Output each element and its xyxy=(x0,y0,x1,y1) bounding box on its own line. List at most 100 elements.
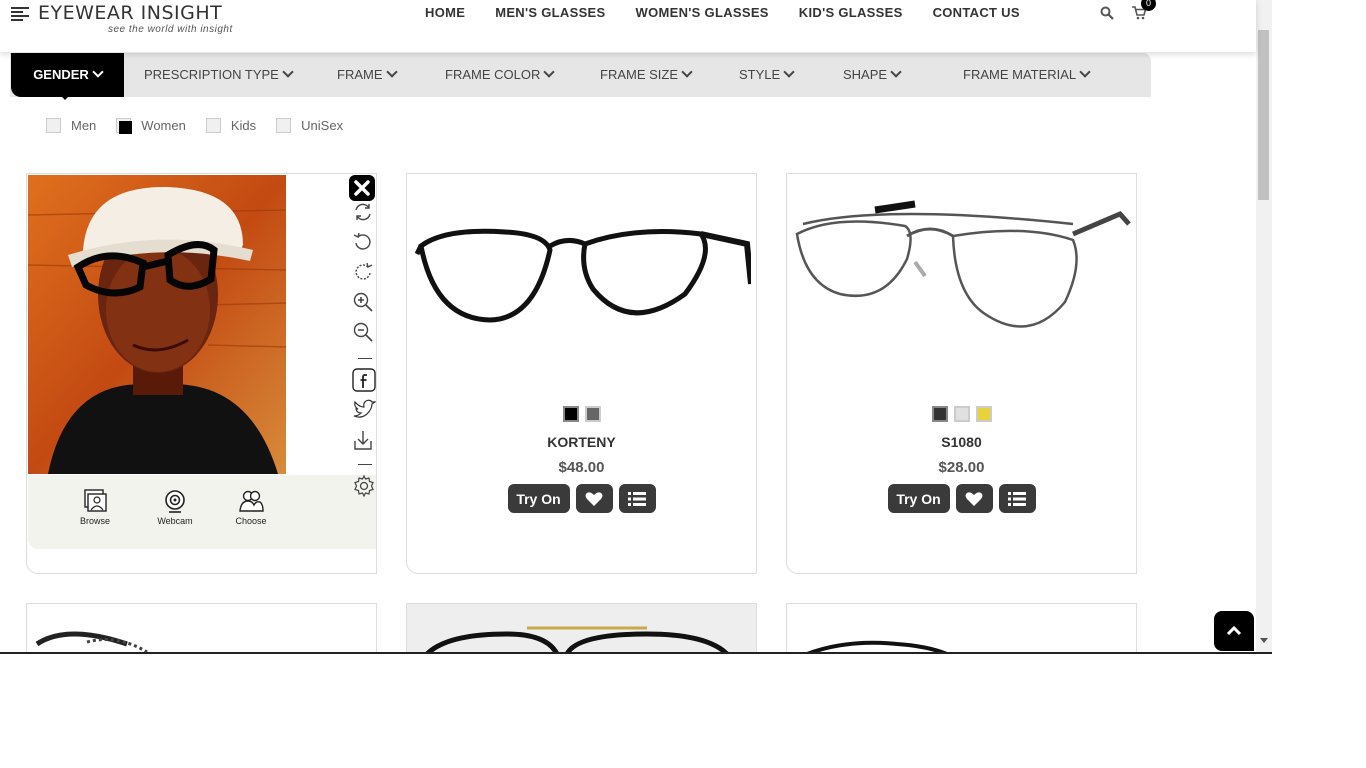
product-card[interactable] xyxy=(786,603,1137,654)
choose-model-button[interactable]: Choose xyxy=(221,489,281,526)
chevron-down-icon xyxy=(890,66,902,78)
twitter-icon[interactable] xyxy=(352,398,376,422)
webcam-button[interactable]: Webcam xyxy=(145,489,205,526)
product-image[interactable] xyxy=(407,604,756,654)
search-icon[interactable] xyxy=(1100,6,1114,20)
checkbox[interactable] xyxy=(276,118,292,133)
wishlist-button[interactable] xyxy=(575,484,613,513)
checkbox[interactable] xyxy=(46,118,61,133)
filter-style-label: STYLE xyxy=(739,67,781,82)
product-name[interactable]: KORTENY xyxy=(407,434,756,450)
product-image-korteny[interactable] xyxy=(415,184,751,374)
color-swatch[interactable] xyxy=(562,406,579,422)
filter-frame-size-label: FRAME SIZE xyxy=(600,67,679,82)
browse-button[interactable]: Browse xyxy=(65,489,125,526)
settings-gear-icon[interactable] xyxy=(352,474,376,498)
gender-option-men[interactable]: Men xyxy=(46,118,96,133)
color-swatch[interactable] xyxy=(584,406,601,422)
filter-frame[interactable]: FRAME xyxy=(337,53,398,97)
nav-contact-us[interactable]: CONTACT US xyxy=(933,5,1020,20)
product-card[interactable]: KORTENY $48.00 Try On xyxy=(406,173,757,574)
filter-gender[interactable]: GENDER xyxy=(11,53,124,97)
zoom-out-icon[interactable] xyxy=(352,321,374,343)
product-image-s1080[interactable] xyxy=(795,184,1131,374)
gender-option-label: UniSex xyxy=(301,118,344,133)
product-actions: Try On xyxy=(407,484,756,513)
vertical-scrollbar[interactable] xyxy=(1256,0,1272,652)
color-swatch[interactable] xyxy=(931,406,948,422)
heart-icon xyxy=(585,491,603,506)
chevron-down-icon xyxy=(681,66,693,78)
browser-viewport: EYEWEAR INSIGHT see the world with insig… xyxy=(0,0,1272,654)
chevron-down-icon xyxy=(543,66,556,78)
product-card[interactable]: S1080 $28.00 Try On xyxy=(786,173,1137,574)
rotate-right-icon[interactable] xyxy=(352,261,374,283)
filter-shape[interactable]: SHAPE xyxy=(843,53,902,97)
back-to-top-button[interactable] xyxy=(1214,611,1254,651)
color-swatches xyxy=(407,406,756,422)
filter-bar: GENDER PRESCRIPTION TYPE FRAME FRAME COL… xyxy=(10,53,1151,100)
filter-frame-color[interactable]: FRAME COLOR xyxy=(445,53,556,97)
chevron-up-icon xyxy=(1226,625,1242,636)
filter-prescription-type[interactable]: PRESCRIPTION TYPE xyxy=(144,53,294,97)
choose-label: Choose xyxy=(235,516,267,526)
facebook-icon[interactable] xyxy=(352,368,376,392)
details-button[interactable] xyxy=(618,484,656,513)
rotate-left-icon[interactable] xyxy=(352,231,374,253)
try-on-button[interactable]: Try On xyxy=(507,484,570,513)
checkbox-checked[interactable] xyxy=(116,118,133,134)
photo-source-bar: Browse Webcam Choose xyxy=(28,475,376,549)
chevron-down-icon xyxy=(783,66,795,78)
color-swatch[interactable] xyxy=(953,406,970,422)
list-icon xyxy=(1008,491,1026,506)
gender-option-kids[interactable]: Kids xyxy=(205,118,256,133)
product-price: $48.00 xyxy=(558,459,605,476)
webcam-icon xyxy=(165,490,185,513)
filter-frame-material[interactable]: FRAME MATERIAL xyxy=(963,53,1091,97)
try-on-button[interactable]: Try On xyxy=(887,484,950,513)
toolbar-divider xyxy=(358,464,372,465)
nav-mens-glasses[interactable]: MEN'S GLASSES xyxy=(495,5,605,20)
logo-tagline: see the world with insight xyxy=(108,24,233,35)
reset-icon[interactable] xyxy=(352,201,374,223)
scroll-down-arrow-icon[interactable] xyxy=(1260,638,1268,643)
color-swatch[interactable] xyxy=(975,406,992,422)
product-image[interactable] xyxy=(27,604,376,654)
product-image[interactable] xyxy=(787,604,1136,654)
gender-option-unisex[interactable]: UniSex xyxy=(276,118,343,133)
zoom-in-icon[interactable] xyxy=(352,291,374,313)
filter-prescription-type-label: PRESCRIPTION TYPE xyxy=(144,67,279,82)
checkbox[interactable] xyxy=(205,118,221,133)
virtual-tryon-panel: Browse Webcam Choose xyxy=(26,173,377,574)
product-card[interactable] xyxy=(26,603,377,654)
filter-frame-size[interactable]: FRAME SIZE xyxy=(600,53,693,97)
webcam-label: Webcam xyxy=(157,516,193,526)
gender-option-label: Men xyxy=(71,118,97,133)
gender-option-label: Women xyxy=(141,118,186,133)
close-icon[interactable] xyxy=(349,175,375,201)
product-price: $28.00 xyxy=(938,459,985,476)
nav-womens-glasses[interactable]: WOMEN'S GLASSES xyxy=(636,5,769,20)
product-card[interactable] xyxy=(406,603,757,654)
filter-gender-label: GENDER xyxy=(33,67,89,82)
gender-option-women[interactable]: Women xyxy=(116,118,186,134)
chevron-down-icon xyxy=(92,66,104,78)
wishlist-button[interactable] xyxy=(955,484,993,513)
filter-frame-label: FRAME xyxy=(337,67,383,82)
active-filter-caret xyxy=(60,95,70,100)
list-icon xyxy=(628,491,646,506)
filter-style[interactable]: STYLE xyxy=(739,53,795,97)
site-header: EYEWEAR INSIGHT see the world with insig… xyxy=(0,0,1256,52)
chevron-down-icon xyxy=(1079,66,1091,78)
download-icon[interactable] xyxy=(352,429,374,451)
color-swatches xyxy=(787,406,1136,422)
site-logo[interactable]: EYEWEAR INSIGHT see the world with insig… xyxy=(10,2,270,36)
scrollbar-thumb[interactable] xyxy=(1258,30,1269,200)
photo-gallery-icon xyxy=(84,489,107,512)
gender-options: Men Women Kids UniSex xyxy=(46,118,363,134)
nav-kids-glasses[interactable]: KID'S GLASSES xyxy=(799,5,903,20)
tryon-user-photo[interactable] xyxy=(28,175,286,474)
product-name[interactable]: S1080 xyxy=(787,434,1136,450)
nav-home[interactable]: HOME xyxy=(425,5,465,20)
details-button[interactable] xyxy=(998,484,1036,513)
